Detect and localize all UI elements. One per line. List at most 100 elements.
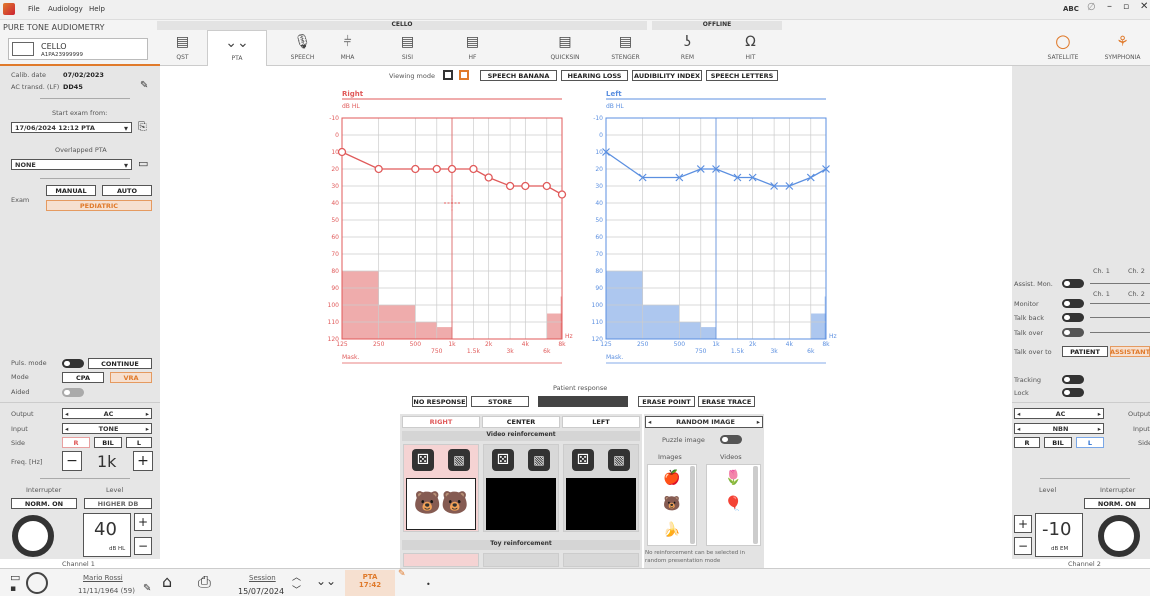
right-level-minus-button[interactable]: −	[1014, 537, 1032, 555]
image-icon[interactable]: ▧	[608, 449, 630, 471]
right-side-bil-button[interactable]: BIL	[1044, 437, 1072, 448]
random-dice-icon[interactable]: ⚄	[492, 449, 514, 471]
arrow-right-icon[interactable]: ▸	[146, 425, 149, 433]
assist-mon-slider[interactable]	[1090, 283, 1150, 284]
audiogram-left[interactable]: LeftdB HL-100102030405060708090100110120…	[590, 84, 840, 369]
speech-letters-button[interactable]: SPEECH LETTERS	[706, 70, 778, 81]
puzzle-image-toggle[interactable]	[720, 435, 742, 444]
aided-toggle[interactable]	[62, 388, 84, 397]
side-l-button[interactable]: L	[126, 437, 152, 448]
speech-banana-button[interactable]: SPEECH BANANA	[480, 70, 557, 81]
patient-name[interactable]: Mario Rossi	[83, 574, 123, 582]
device-selector[interactable]: CELLO A1PA23999999	[8, 38, 148, 60]
right-side-r-button[interactable]: R	[1014, 437, 1040, 448]
menu-audiology[interactable]: Audiology	[48, 5, 83, 13]
cpa-button[interactable]: CPA	[62, 372, 104, 383]
menu-help[interactable]: Help	[89, 5, 105, 13]
right-interrupter-knob[interactable]	[1098, 515, 1140, 557]
image-icon[interactable]: ▧	[528, 449, 550, 471]
random-dice-icon[interactable]: ⚄	[412, 449, 434, 471]
tool-hit[interactable]: Ω HIT	[728, 30, 773, 66]
videos-scrollbar[interactable]	[753, 466, 758, 544]
video-slot-right[interactable]: ⚄ ▧ 🐻🐻	[403, 444, 479, 532]
store-button[interactable]: STORE	[471, 396, 529, 407]
restore-icon[interactable]: ▫	[1123, 2, 1129, 12]
toy-slot-right[interactable]	[403, 553, 479, 567]
image-thumb-apple[interactable]: 🍎	[648, 465, 696, 491]
open-folder-icon[interactable]: ▭	[10, 571, 20, 584]
monitor-slider[interactable]	[1090, 303, 1150, 304]
assist-mon-toggle[interactable]	[1062, 279, 1084, 288]
level-minus-button[interactable]: −	[134, 537, 152, 555]
manual-button[interactable]: MANUAL	[46, 185, 96, 196]
auto-button[interactable]: AUTO	[102, 185, 152, 196]
interrupter-knob[interactable]	[12, 515, 54, 557]
continue-button[interactable]: CONTINUE	[88, 358, 152, 369]
edit-pencil-icon[interactable]: ✎	[140, 80, 148, 91]
toy-slot-center[interactable]	[483, 553, 559, 567]
session-up-icon[interactable]: ︿	[292, 570, 301, 583]
puls-mode-toggle[interactable]	[62, 359, 84, 368]
talk-back-toggle[interactable]	[1062, 313, 1084, 322]
view-overlay-icon[interactable]	[459, 70, 469, 80]
start-exam-select[interactable]: 17/06/2024 12:12 PTA ▾	[11, 122, 132, 133]
image-thumb-banana[interactable]: 🍌	[648, 517, 696, 543]
right-input-select[interactable]: ◂ NBN ▸	[1014, 423, 1104, 434]
edit-patient-icon[interactable]: ✎	[143, 583, 151, 594]
arrow-right-icon[interactable]: ▸	[1098, 425, 1101, 433]
monitor-toggle[interactable]	[1062, 299, 1084, 308]
freq-minus-button[interactable]: −	[62, 451, 82, 471]
arrow-left-icon[interactable]: ◂	[65, 425, 68, 433]
audiogram-right[interactable]: RightdB HL-10010203040506070809010011012…	[326, 84, 576, 369]
toy-slot-left[interactable]	[563, 553, 639, 567]
pencil-icon[interactable]: ✎	[398, 569, 406, 579]
tool-stenger[interactable]: ▤ STENGER	[603, 30, 648, 66]
no-sync-icon[interactable]: ∅	[1087, 2, 1096, 13]
input-select[interactable]: ◂ TONE ▸	[62, 423, 152, 434]
arrow-left-icon[interactable]: ◂	[1017, 425, 1020, 433]
tool-pta[interactable]: ⌄⌄ PTA	[207, 30, 267, 66]
talk-over-slider[interactable]	[1090, 332, 1150, 333]
import-icon[interactable]: ⎘	[138, 120, 147, 134]
tool-rem[interactable]: ʖ REM	[665, 30, 710, 66]
erase-trace-button[interactable]: ERASE TRACE	[698, 396, 755, 407]
menu-file[interactable]: File	[28, 5, 40, 13]
folder-icon[interactable]: ▭	[138, 157, 148, 170]
tool-satellite[interactable]: ○ SATELLITE	[1038, 30, 1088, 66]
arrow-right-icon[interactable]: ▸	[146, 410, 149, 418]
tool-mha[interactable]: ⫩ MHA	[325, 30, 370, 66]
view-single-icon[interactable]	[443, 70, 453, 80]
tracking-toggle[interactable]	[1062, 375, 1084, 384]
vra-button[interactable]: VRA	[110, 372, 152, 383]
side-r-button[interactable]: R	[62, 437, 90, 448]
tool-quicksin[interactable]: ▤ QUICKSIN	[540, 30, 590, 66]
printer-icon[interactable]: ⎙	[198, 572, 211, 592]
talk-back-slider[interactable]	[1090, 317, 1150, 318]
erase-point-button[interactable]: ERASE POINT	[638, 396, 695, 407]
arrow-left-icon[interactable]: ◂	[65, 410, 68, 418]
image-icon[interactable]: ▧	[448, 449, 470, 471]
audibility-index-button[interactable]: AUDIBILITY INDEX	[632, 70, 702, 81]
session-down-icon[interactable]: ﹀	[292, 583, 301, 596]
arrow-left-icon[interactable]: ◂	[1017, 410, 1020, 418]
random-dice-icon[interactable]: ⚄	[572, 449, 594, 471]
hearing-loss-button[interactable]: HEARING LOSS	[561, 70, 628, 81]
level-plus-button[interactable]: +	[134, 513, 152, 531]
right-level-plus-button[interactable]: +	[1014, 515, 1032, 533]
norm-on-button[interactable]: NORM. ON	[11, 498, 77, 509]
freq-plus-button[interactable]: +	[133, 451, 153, 471]
no-response-button[interactable]: NO RESPONSE	[412, 396, 467, 407]
video-slot-left[interactable]: ⚄ ▧	[563, 444, 639, 532]
random-image-select[interactable]: ◂ RANDOM IMAGE ▸	[645, 416, 763, 428]
patient-button[interactable]: PATIENT	[1062, 346, 1108, 357]
save-icon[interactable]: ▪	[10, 584, 16, 594]
video-slot-center[interactable]: ⚄ ▧	[483, 444, 559, 532]
reinforce-right-tab[interactable]: RIGHT	[402, 416, 480, 428]
pediatric-button[interactable]: PEDIATRIC	[46, 200, 152, 211]
drawer-icon[interactable]: ⌂	[162, 572, 172, 591]
output-select[interactable]: ◂ AC ▸	[62, 408, 152, 419]
tool-speech[interactable]: 🎙 SPEECH	[280, 30, 325, 66]
arrow-left-icon[interactable]: ◂	[648, 418, 651, 426]
images-scrollbar[interactable]	[690, 466, 695, 544]
talk-over-toggle[interactable]	[1062, 328, 1084, 337]
